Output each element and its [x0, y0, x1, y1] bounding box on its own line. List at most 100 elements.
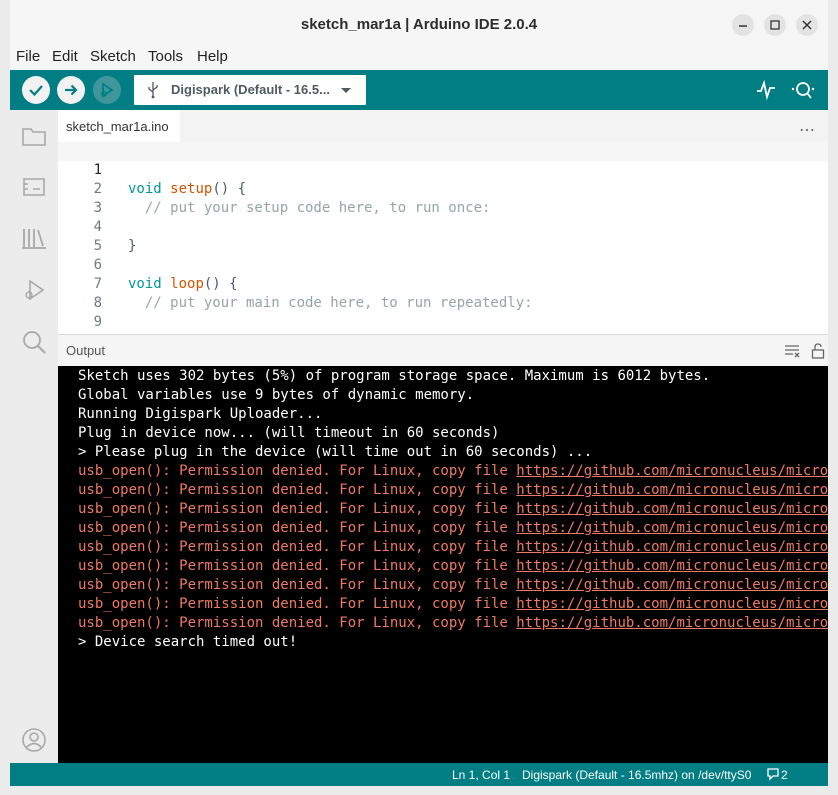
output-console[interactable]: Sketch uses 302 bytes (5%) of program st…	[58, 366, 828, 763]
code-line: 5	[58, 218, 828, 254]
error-link[interactable]: https://github.com/micronucleus/micro	[516, 596, 828, 612]
close-icon	[802, 20, 812, 30]
console-line: Running Digispark Uploader...	[78, 406, 323, 422]
library-icon	[22, 229, 46, 249]
console-error-line: usb_open(): Permission denied. For Linux…	[78, 557, 828, 576]
console-error-line: usb_open(): Permission denied. For Linux…	[78, 576, 828, 595]
menu-edit[interactable]: Edit	[52, 48, 78, 65]
console-line: > Please plug in the device (will time o…	[78, 444, 593, 460]
error-link[interactable]: https://github.com/micronucleus/micro	[516, 615, 828, 631]
board-port-status[interactable]: Digispark (Default - 16.5mhz) on /dev/tt…	[522, 768, 751, 782]
debug-button[interactable]	[93, 76, 121, 104]
error-link[interactable]: https://github.com/micronucleus/micro	[516, 482, 828, 498]
error-link[interactable]: https://github.com/micronucleus/micro	[516, 558, 828, 574]
code-line: 7 // put your main code here, to run rep…	[58, 256, 828, 311]
arrow-right-icon	[65, 84, 78, 96]
console-error-line: usb_open(): Permission denied. For Linux…	[78, 614, 828, 633]
error-link[interactable]: https://github.com/micronucleus/micro	[516, 539, 828, 555]
board-icon	[23, 178, 45, 196]
console-error-line: usb_open(): Permission denied. For Linux…	[78, 481, 828, 500]
user-icon	[22, 728, 46, 752]
editor-tab[interactable]: sketch_mar1a.ino	[58, 110, 180, 142]
menu-help[interactable]: Help	[197, 48, 228, 65]
code-editor[interactable]: 1 void setup() { 2 // put your setup cod…	[58, 142, 828, 349]
menu-sketch[interactable]: Sketch	[90, 48, 136, 65]
menu-tools[interactable]: Tools	[148, 48, 183, 65]
console-error-line: usb_open(): Permission denied. For Linux…	[78, 500, 828, 519]
folder-icon	[22, 128, 46, 146]
error-message: usb_open(): Permission denied. For Linux…	[78, 463, 517, 479]
console-line: Plug in device now... (will timeout in 6…	[78, 425, 500, 441]
minimize-button[interactable]	[732, 14, 754, 36]
code-line: 10	[58, 313, 828, 349]
debug-icon	[25, 279, 45, 301]
console-error-line: usb_open(): Permission denied. For Linux…	[78, 462, 828, 481]
code-line: 4 }	[58, 199, 828, 254]
usb-icon	[148, 82, 158, 99]
chevron-down-icon	[341, 88, 351, 93]
search-icon	[23, 331, 46, 354]
upload-button[interactable]	[57, 76, 85, 104]
error-message: usb_open(): Permission denied. For Linux…	[78, 558, 517, 574]
console-error-line: usb_open(): Permission denied. For Linux…	[78, 595, 828, 614]
account-button[interactable]	[20, 726, 48, 754]
output-title: Output	[66, 343, 106, 358]
more-options-icon[interactable]: …	[799, 116, 816, 135]
plotter-icon	[757, 79, 775, 101]
debug-icon	[101, 82, 114, 98]
window-title: sketch_mar1a | Arduino IDE 2.0.4	[300, 16, 538, 33]
error-link[interactable]: https://github.com/micronucleus/micro	[516, 463, 828, 479]
console-line: Sketch uses 302 bytes (5%) of program st…	[78, 368, 711, 384]
error-link[interactable]: https://github.com/micronucleus/micro	[516, 520, 828, 536]
status-bar: Ln 1, Col 1 Digispark (Default - 16.5mhz…	[10, 763, 828, 786]
maximize-button[interactable]	[764, 14, 786, 36]
board-selector-label: Digispark (Default - 16.5...	[171, 82, 330, 97]
lock-icon	[811, 343, 825, 359]
minimize-icon	[739, 25, 747, 27]
toolbar: Digispark (Default - 16.5...	[10, 70, 828, 110]
cursor-position[interactable]: Ln 1, Col 1	[452, 768, 510, 782]
editor-tab-bar: sketch_mar1a.ino …	[58, 110, 828, 142]
sidebar	[10, 110, 58, 763]
error-message: usb_open(): Permission denied. For Linux…	[78, 577, 517, 593]
maximize-icon	[770, 20, 780, 30]
title-bar: sketch_mar1a | Arduino IDE 2.0.4	[10, 0, 828, 46]
console-error-line: usb_open(): Permission denied. For Linux…	[78, 519, 828, 538]
error-link[interactable]: https://github.com/micronucleus/micro	[516, 501, 828, 517]
code-line: 6 void loop() {	[58, 237, 828, 292]
board-selector[interactable]: Digispark (Default - 16.5...	[134, 75, 366, 105]
code-line: 1 void setup() {	[58, 142, 828, 197]
error-message: usb_open(): Permission denied. For Linux…	[78, 520, 517, 536]
menu-bar: File Edit Sketch Tools Help	[10, 46, 828, 70]
error-link[interactable]: https://github.com/micronucleus/micro	[516, 577, 828, 593]
sketchbook-button[interactable]	[20, 122, 48, 150]
editor-tab-label: sketch_mar1a.ino	[66, 119, 169, 134]
magnifier-icon	[791, 82, 815, 99]
debug-panel-button[interactable]	[20, 276, 48, 304]
error-message: usb_open(): Permission denied. For Linux…	[78, 615, 517, 631]
boards-manager-button[interactable]	[20, 172, 48, 200]
code-line: 9 }	[58, 294, 828, 349]
serial-plotter-button[interactable]	[755, 79, 777, 101]
code-line: 2 // put your setup code here, to run on…	[58, 161, 828, 216]
notification-count[interactable]: 2	[781, 768, 788, 782]
error-message: usb_open(): Permission denied. For Linux…	[78, 482, 517, 498]
notification-icon[interactable]	[766, 767, 780, 781]
arduino-ide-window: sketch_mar1a | Arduino IDE 2.0.4 File Ed…	[10, 0, 828, 786]
serial-monitor-button[interactable]	[790, 78, 816, 102]
scroll-lock-button[interactable]	[810, 343, 826, 359]
menu-file[interactable]: File	[16, 48, 40, 65]
error-message: usb_open(): Permission denied. For Linux…	[78, 539, 517, 555]
library-manager-button[interactable]	[20, 224, 48, 252]
verify-button[interactable]	[22, 76, 50, 104]
error-message: usb_open(): Permission denied. For Linux…	[78, 501, 517, 517]
checkmark-icon	[29, 85, 43, 97]
output-panel-header: Output	[58, 334, 828, 366]
console-line: > Device search timed out!	[78, 634, 298, 650]
console-error-line: usb_open(): Permission denied. For Linux…	[78, 538, 828, 557]
clear-output-button[interactable]	[784, 343, 800, 359]
clear-output-icon	[785, 345, 800, 358]
close-button[interactable]	[796, 14, 818, 36]
search-button[interactable]	[20, 328, 48, 356]
code-line: 8	[58, 275, 828, 311]
